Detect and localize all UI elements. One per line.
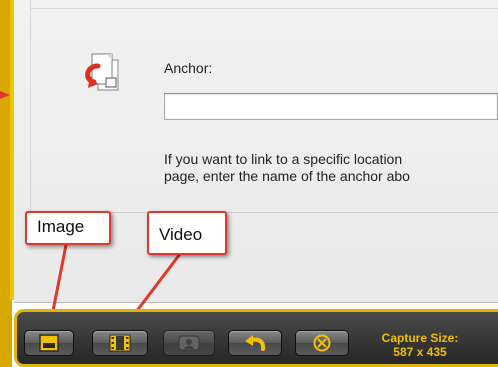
help-text-line: page, enter the name of the anchor abo [164,168,410,184]
capture-size-label: Capture Size: [381,331,459,345]
capture-size-value: 587 x 435 [393,345,447,359]
cancel-button[interactable] [295,330,349,356]
help-text-line: If you want to link to a specific locati… [164,151,403,167]
divider [14,302,498,303]
image-callout: Image [25,211,111,245]
pointer-arrow-icon [0,91,10,99]
webcam-capture-button[interactable] [163,330,215,356]
divider [30,0,31,213]
video-capture-icon [109,334,131,352]
image-capture-button[interactable] [24,330,74,356]
anchor-label: Anchor: [164,60,213,76]
webcam-icon [178,335,200,351]
divider [30,8,498,9]
video-capture-button[interactable] [92,330,148,356]
anchor-help-text: If you want to link to a specific locati… [164,151,410,185]
video-callout: Video [147,211,227,255]
anchor-link-icon [76,52,126,102]
image-capture-icon [39,334,59,352]
undo-icon [245,335,266,351]
capture-size-readout: Capture Size: 587 x 435 [370,331,470,359]
close-circle-icon [313,334,331,352]
screen: Anchor: If you want to link to a specifi… [0,0,498,367]
anchor-input[interactable] [164,93,498,120]
undo-button[interactable] [228,330,282,356]
